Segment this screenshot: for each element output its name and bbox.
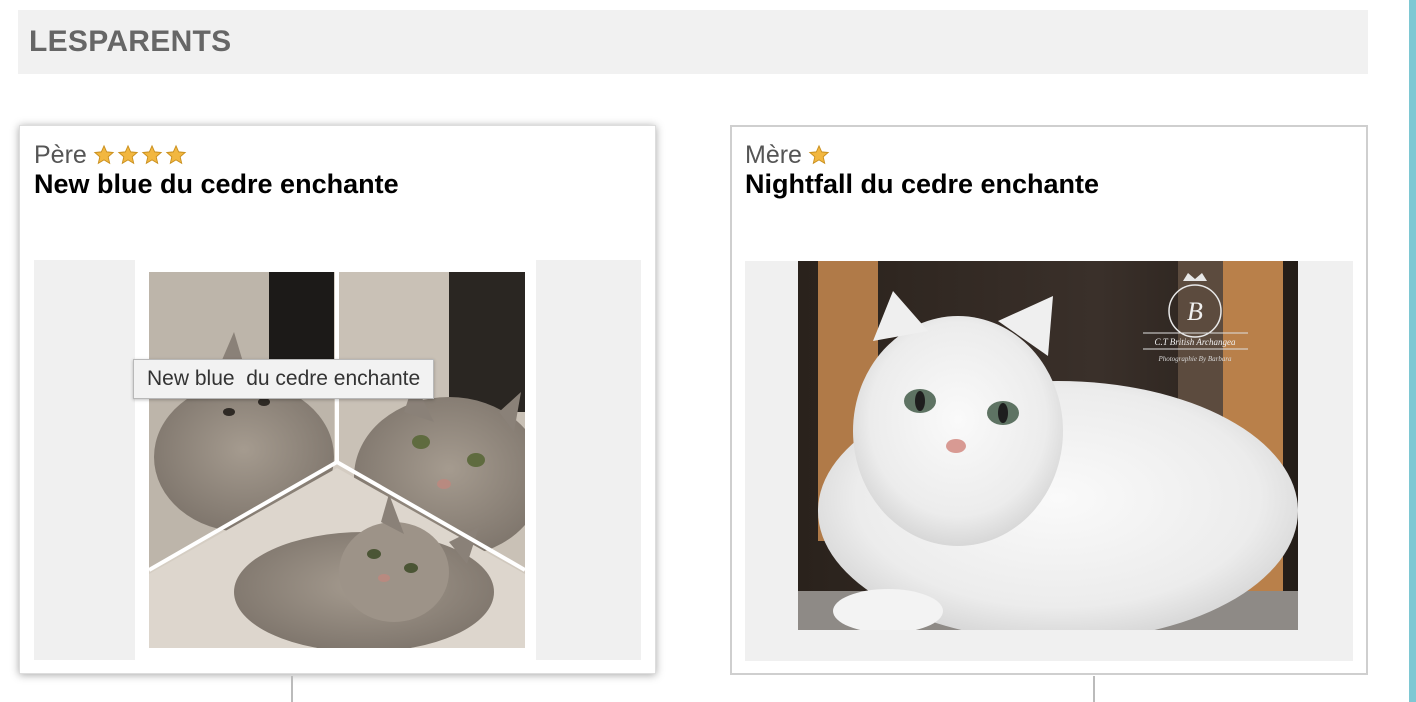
- mother-role-label: Mère: [745, 140, 802, 169]
- star-icon: [117, 144, 139, 165]
- watermark-line1: C.T British Archangea: [1154, 337, 1236, 347]
- father-rating: [93, 144, 189, 166]
- mother-rating: [808, 144, 832, 166]
- father-name[interactable]: New blue du cedre enchante: [34, 169, 399, 200]
- mother-photo-frame: B C.T British Archangea Photographie By …: [745, 261, 1353, 661]
- section-title: LESPARENTS: [29, 25, 232, 58]
- father-role-label: Père: [34, 140, 87, 169]
- watermark-line2: Photographie By Barbara: [1157, 355, 1232, 363]
- svg-text:B: B: [1187, 297, 1203, 326]
- star-icon: [93, 144, 115, 165]
- star-icon: [808, 144, 830, 165]
- mother-connector-line: [1093, 676, 1095, 702]
- star-icon: [141, 144, 163, 165]
- father-photo[interactable]: [135, 260, 536, 660]
- mother-card[interactable]: Mère Nightfall du cedre enchante B C.T B…: [730, 125, 1368, 675]
- mother-role-row: Mère: [745, 140, 832, 170]
- father-card[interactable]: Père New blue du cedre enchante: [19, 125, 656, 674]
- father-connector-line: [291, 676, 293, 702]
- section-header: LESPARENTS: [18, 10, 1368, 74]
- mother-photo[interactable]: B C.T British Archangea Photographie By …: [798, 261, 1298, 630]
- photo-tooltip: New blue du cedre enchante: [133, 359, 435, 399]
- father-collage-image[interactable]: [149, 272, 525, 648]
- scroll-accent-bar: [1409, 0, 1416, 702]
- father-role-row: Père: [34, 140, 189, 170]
- father-photo-frame: [34, 260, 641, 660]
- star-icon: [165, 144, 187, 165]
- mother-name[interactable]: Nightfall du cedre enchante: [745, 169, 1099, 200]
